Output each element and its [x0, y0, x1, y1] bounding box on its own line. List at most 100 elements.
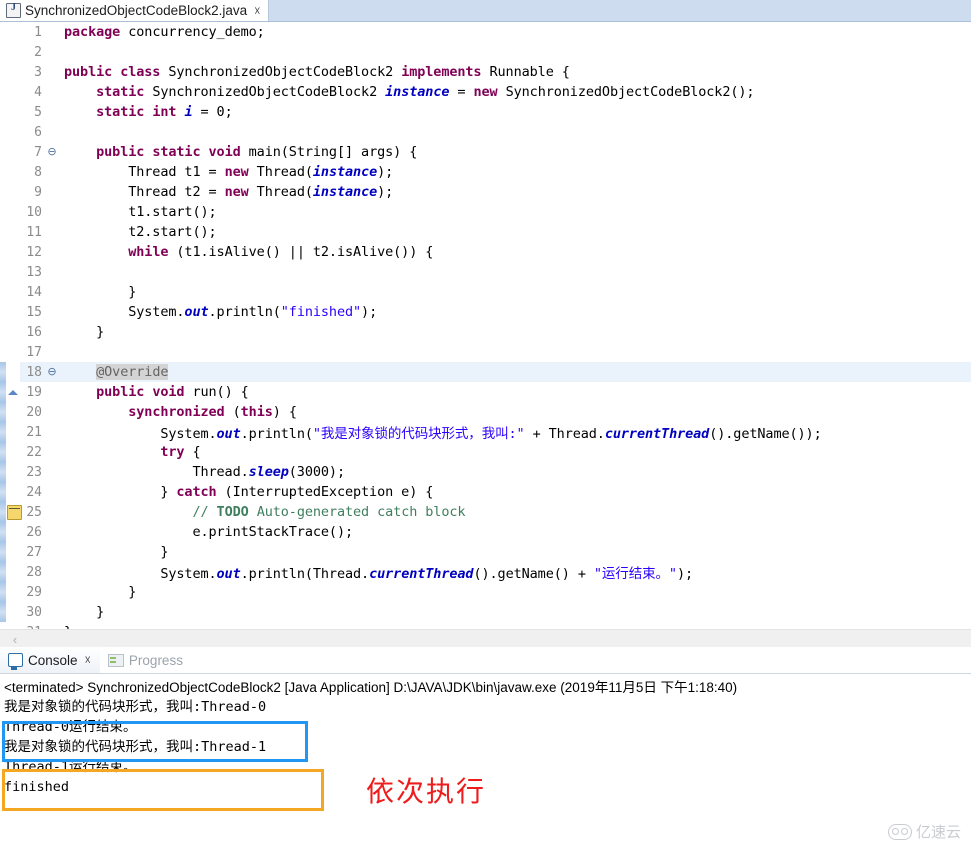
code-text[interactable]: public void run() { — [58, 382, 971, 402]
code-text[interactable]: e.printStackTrace(); — [58, 522, 971, 542]
marker-gutter[interactable] — [6, 82, 20, 102]
code-text[interactable]: } — [58, 322, 971, 342]
fold-toggle[interactable] — [46, 602, 58, 622]
marker-gutter[interactable] — [6, 362, 20, 382]
code-text[interactable] — [58, 262, 971, 282]
fold-toggle[interactable] — [46, 302, 58, 322]
code-text[interactable]: synchronized (this) { — [58, 402, 971, 422]
fold-toggle[interactable] — [46, 442, 58, 462]
fold-toggle[interactable]: ⊖ — [46, 142, 58, 162]
code-text[interactable] — [58, 342, 971, 362]
marker-gutter[interactable] — [6, 102, 20, 122]
code-text[interactable]: Thread t2 = new Thread(instance); — [58, 182, 971, 202]
scroll-track[interactable] — [30, 630, 971, 648]
fold-toggle[interactable] — [46, 22, 58, 42]
code-text[interactable] — [58, 122, 971, 142]
fold-toggle[interactable] — [46, 162, 58, 182]
fold-toggle[interactable] — [46, 522, 58, 542]
marker-gutter[interactable] — [6, 202, 20, 222]
code-text[interactable]: t1.start(); — [58, 202, 971, 222]
fold-toggle[interactable] — [46, 102, 58, 122]
fold-toggle[interactable] — [46, 322, 58, 342]
marker-gutter[interactable] — [6, 22, 20, 42]
fold-toggle[interactable] — [46, 402, 58, 422]
fold-toggle[interactable] — [46, 82, 58, 102]
marker-gutter[interactable] — [6, 582, 20, 602]
console-output[interactable]: <terminated> SynchronizedObjectCodeBlock… — [0, 674, 971, 848]
code-text[interactable]: public class SynchronizedObjectCodeBlock… — [58, 62, 971, 82]
code-text[interactable]: // TODO Auto-generated catch block — [58, 502, 971, 522]
fold-toggle[interactable] — [46, 562, 58, 582]
code-text[interactable]: } — [58, 542, 971, 562]
fold-toggle[interactable] — [46, 462, 58, 482]
code-text[interactable]: } — [58, 602, 971, 622]
marker-gutter[interactable] — [6, 402, 20, 422]
fold-toggle[interactable] — [46, 502, 58, 522]
marker-gutter[interactable] — [6, 322, 20, 342]
fold-toggle[interactable] — [46, 202, 58, 222]
fold-toggle[interactable] — [46, 482, 58, 502]
marker-gutter[interactable] — [6, 162, 20, 182]
code-text[interactable]: System.out.println(Thread.currentThread(… — [58, 562, 971, 582]
todo-task-icon[interactable] — [7, 505, 22, 520]
marker-gutter[interactable] — [6, 302, 20, 322]
marker-gutter[interactable] — [6, 122, 20, 142]
marker-gutter[interactable] — [6, 562, 20, 582]
marker-gutter[interactable] — [6, 42, 20, 62]
close-icon[interactable]: ☓ — [254, 5, 260, 17]
scroll-left-icon[interactable]: ‹ — [0, 632, 30, 647]
marker-gutter[interactable] — [6, 282, 20, 302]
code-text[interactable]: } catch (InterruptedException e) { — [58, 482, 971, 502]
code-editor[interactable]: 1 package concurrency_demo; 2 3 public c… — [0, 22, 971, 648]
code-text[interactable]: Thread.sleep(3000); — [58, 462, 971, 482]
code-text[interactable]: System.out.println("finished"); — [58, 302, 971, 322]
marker-gutter[interactable] — [6, 542, 20, 562]
code-text[interactable]: } — [58, 582, 971, 602]
fold-toggle[interactable] — [46, 42, 58, 62]
editor-tab-synchronizedobjectcodeblock2[interactable]: SynchronizedObjectCodeBlock2.java ☓ — [0, 0, 269, 21]
marker-gutter[interactable] — [6, 442, 20, 462]
marker-gutter[interactable] — [6, 222, 20, 242]
marker-gutter[interactable] — [6, 182, 20, 202]
marker-gutter[interactable] — [6, 482, 20, 502]
marker-gutter[interactable] — [6, 342, 20, 362]
marker-gutter[interactable] — [6, 602, 20, 622]
marker-gutter[interactable] — [6, 62, 20, 82]
marker-gutter[interactable] — [6, 522, 20, 542]
marker-gutter[interactable] — [6, 382, 20, 402]
editor-horizontal-scrollbar[interactable]: ‹ — [0, 629, 971, 648]
fold-toggle[interactable] — [46, 62, 58, 82]
fold-toggle[interactable]: ⊖ — [46, 362, 58, 382]
code-text[interactable]: t2.start(); — [58, 222, 971, 242]
code-text[interactable]: try { — [58, 442, 971, 462]
marker-gutter[interactable] — [6, 422, 20, 442]
code-text[interactable]: package concurrency_demo; — [58, 22, 971, 42]
fold-toggle[interactable] — [46, 182, 58, 202]
code-text[interactable]: while (t1.isAlive() || t2.isAlive()) { — [58, 242, 971, 262]
fold-toggle[interactable] — [46, 262, 58, 282]
tab-progress[interactable]: Progress — [100, 647, 192, 673]
fold-toggle[interactable] — [46, 222, 58, 242]
code-text[interactable]: public static void main(String[] args) { — [58, 142, 971, 162]
fold-toggle[interactable] — [46, 382, 58, 402]
fold-toggle[interactable] — [46, 582, 58, 602]
code-text[interactable]: @Override — [58, 362, 971, 382]
fold-toggle[interactable] — [46, 342, 58, 362]
code-text[interactable]: System.out.println("我是对象锁的代码块形式，我叫:" + T… — [58, 422, 971, 442]
code-text[interactable]: } — [58, 282, 971, 302]
code-text[interactable]: static int i = 0; — [58, 102, 971, 122]
code-text[interactable] — [58, 42, 971, 62]
tab-console[interactable]: Console ☓ — [0, 647, 100, 673]
fold-toggle[interactable] — [46, 542, 58, 562]
code-text[interactable]: Thread t1 = new Thread(instance); — [58, 162, 971, 182]
fold-toggle[interactable] — [46, 122, 58, 142]
marker-gutter[interactable] — [6, 462, 20, 482]
marker-gutter[interactable] — [6, 502, 22, 522]
fold-toggle[interactable] — [46, 282, 58, 302]
fold-toggle[interactable] — [46, 422, 58, 442]
marker-gutter[interactable] — [6, 142, 20, 162]
marker-gutter[interactable] — [6, 262, 20, 282]
fold-toggle[interactable] — [46, 242, 58, 262]
code-text[interactable]: static SynchronizedObjectCodeBlock2 inst… — [58, 82, 971, 102]
close-icon[interactable]: ☓ — [85, 653, 91, 667]
